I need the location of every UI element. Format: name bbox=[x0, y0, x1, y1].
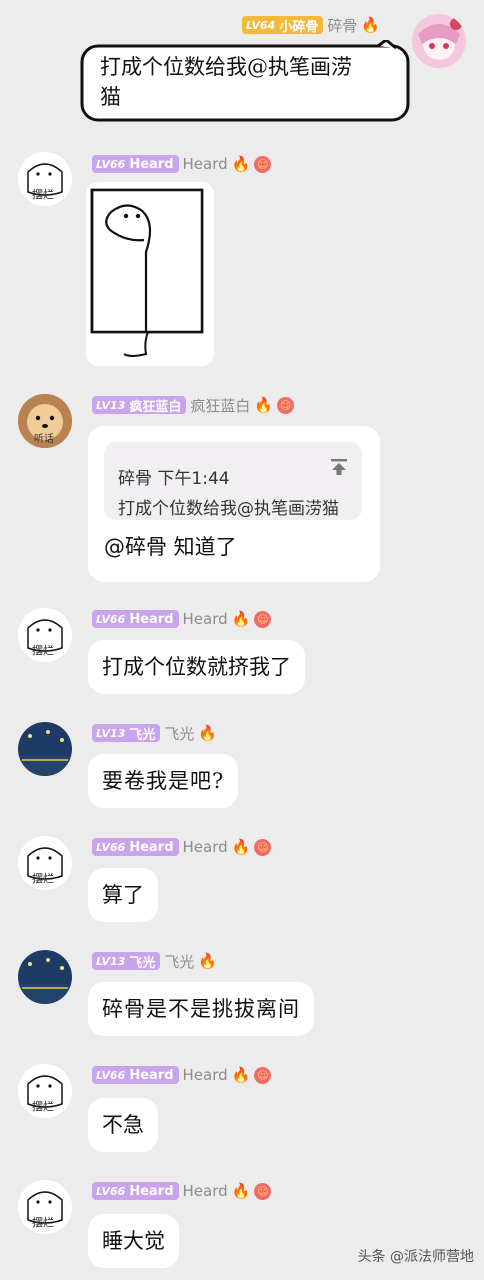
message-text: @碎骨 知道了 bbox=[104, 535, 237, 559]
reply-bubble[interactable]: 碎骨 下午1:44 打成个位数给我@执笔画涝猫 @碎骨 知道了 bbox=[88, 426, 380, 582]
avatar-sugu[interactable] bbox=[412, 14, 466, 68]
smile-badge-icon: ☺ bbox=[254, 610, 272, 628]
avatar-heard[interactable]: 摆烂 bbox=[18, 608, 72, 662]
avatar-heard[interactable]: 摆烂 bbox=[18, 1180, 72, 1234]
watermark: 头条 @派法师营地 bbox=[357, 1249, 474, 1265]
sender-meta: LV66 Heard Heard 🔥 ☺ bbox=[92, 1064, 272, 1086]
avatar-heard[interactable]: 摆烂 bbox=[18, 1064, 72, 1118]
fire-icon: 🔥 bbox=[361, 16, 381, 34]
smile-badge-icon: ☺ bbox=[277, 396, 295, 414]
fire-icon: 🔥 bbox=[231, 1066, 251, 1084]
avatar-heard[interactable]: 摆烂 bbox=[18, 152, 72, 206]
sender-name: Heard bbox=[182, 1182, 228, 1200]
sender-name: 飞光 bbox=[164, 724, 195, 743]
dinosaur-sticker-icon bbox=[90, 188, 204, 357]
sender-meta: LV13 飞光 飞光 🔥 bbox=[92, 950, 217, 972]
avatar-caption: 摆烂 bbox=[32, 644, 54, 657]
avatar-caption: 摆烂 bbox=[32, 1216, 54, 1229]
avatar-puppy[interactable]: 听话 bbox=[18, 394, 72, 448]
level-tag: LV66 Heard bbox=[92, 1182, 179, 1200]
sender-meta: LV13 疯狂蓝白 疯狂蓝白 🔥 ☺ bbox=[92, 394, 295, 416]
message-bubble[interactable]: 要卷我是吧? bbox=[88, 754, 239, 808]
message-bubble[interactable]: 不急 bbox=[88, 1098, 158, 1152]
sender-name: Heard bbox=[182, 155, 228, 173]
image-message[interactable] bbox=[86, 182, 214, 366]
sender-name: 碎骨 bbox=[327, 16, 358, 35]
quote-text: 打成个位数给我@执笔画涝猫 bbox=[118, 499, 339, 519]
fire-icon: 🔥 bbox=[231, 155, 251, 173]
fire-icon: 🔥 bbox=[231, 838, 251, 856]
sender-meta: LV66 Heard Heard 🔥 ☺ bbox=[92, 836, 272, 858]
avatar-heard[interactable]: 摆烂 bbox=[18, 836, 72, 890]
sender-name: 飞光 bbox=[164, 952, 195, 971]
starry-night-avatar-icon bbox=[18, 722, 72, 776]
level-tag: LV13 疯狂蓝白 bbox=[92, 396, 187, 415]
sender-name: Heard bbox=[182, 1066, 228, 1084]
sender-meta: LV66 Heard Heard 🔥 ☺ bbox=[92, 608, 272, 630]
level-tag: LV13 飞光 bbox=[92, 952, 161, 971]
smile-badge-icon: ☺ bbox=[254, 155, 272, 173]
anime-girl-icon bbox=[412, 14, 466, 68]
avatar-caption: 听话 bbox=[34, 434, 54, 445]
message-bubble[interactable]: 睡大觉 bbox=[88, 1214, 179, 1268]
message-text[interactable]: 打成个位数给我@执笔画涝 猫 bbox=[100, 52, 352, 112]
fire-icon: 🔥 bbox=[198, 724, 218, 742]
level-tag: LV66 Heard bbox=[92, 838, 179, 856]
sender-meta: LV64 小碎骨 碎骨 🔥 bbox=[242, 14, 380, 36]
message-bubble[interactable]: 打成个位数就挤我了 bbox=[88, 640, 305, 694]
sender-meta: LV66 Heard Heard 🔥 ☺ bbox=[92, 153, 272, 175]
fire-icon: 🔥 bbox=[231, 610, 251, 628]
quoted-message[interactable]: 碎骨 下午1:44 打成个位数给我@执笔画涝猫 bbox=[104, 442, 362, 520]
sender-name: Heard bbox=[182, 610, 228, 628]
sender-name: 疯狂蓝白 bbox=[190, 396, 251, 415]
avatar-caption: 摆烂 bbox=[32, 1100, 54, 1113]
level-tag: LV13 飞光 bbox=[92, 724, 161, 743]
avatar-caption: 摆烂 bbox=[32, 872, 54, 885]
smile-badge-icon: ☺ bbox=[254, 1182, 272, 1200]
sender-meta: LV13 飞光 飞光 🔥 bbox=[92, 722, 217, 744]
level-tag: LV64 小碎骨 bbox=[242, 16, 324, 35]
pin-top-icon[interactable] bbox=[330, 458, 348, 476]
starry-night-avatar-icon bbox=[18, 950, 72, 1004]
sender-name: Heard bbox=[182, 838, 228, 856]
avatar-caption: 摆烂 bbox=[32, 188, 54, 201]
fire-icon: 🔥 bbox=[254, 396, 274, 414]
level-tag: LV66 Heard bbox=[92, 155, 179, 173]
fire-icon: 🔥 bbox=[198, 952, 218, 970]
message-bubble[interactable]: 算了 bbox=[88, 868, 158, 922]
fire-icon: 🔥 bbox=[231, 1182, 251, 1200]
message-bubble[interactable]: 碎骨是不是挑拔离间 bbox=[88, 982, 314, 1036]
smile-badge-icon: ☺ bbox=[254, 838, 272, 856]
avatar-feiguang[interactable] bbox=[18, 722, 72, 776]
sender-meta: LV66 Heard Heard 🔥 ☺ bbox=[92, 1180, 272, 1202]
smile-badge-icon: ☺ bbox=[254, 1066, 272, 1084]
avatar-feiguang[interactable] bbox=[18, 950, 72, 1004]
level-tag: LV66 Heard bbox=[92, 1066, 179, 1084]
level-tag: LV66 Heard bbox=[92, 610, 179, 628]
